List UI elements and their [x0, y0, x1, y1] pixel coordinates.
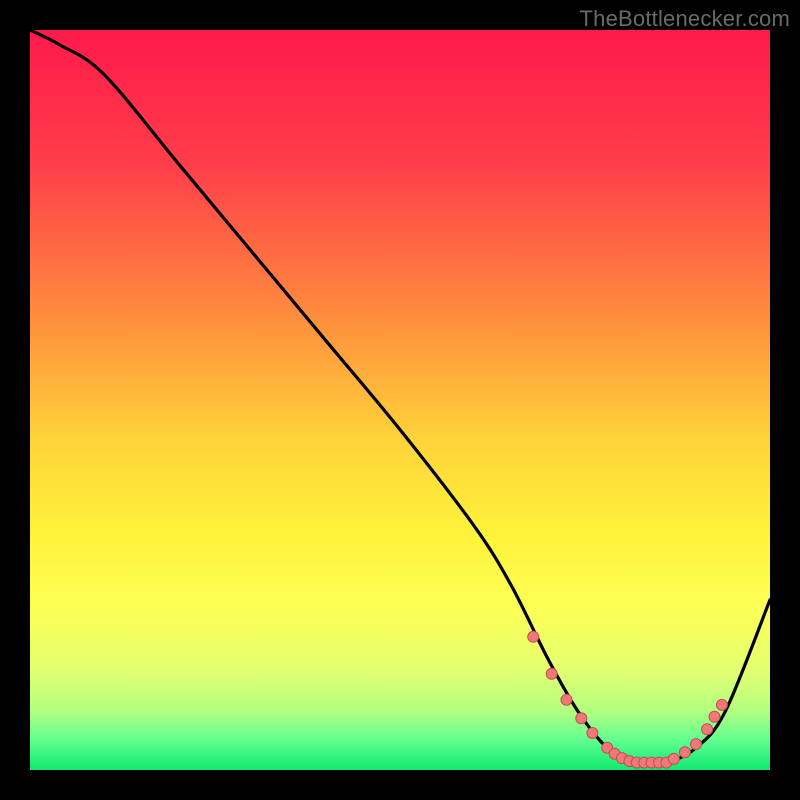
marker-dot — [668, 753, 679, 764]
marker-dot — [576, 713, 587, 724]
bottleneck-curve — [30, 30, 770, 764]
marker-dot — [528, 631, 539, 642]
marker-dot — [702, 724, 713, 735]
chart-frame: TheBottlenecker.com — [0, 0, 800, 800]
marker-dot — [561, 694, 572, 705]
curve-layer — [30, 30, 770, 770]
plot-area — [30, 30, 770, 770]
marker-dot — [679, 747, 690, 758]
marker-dot — [716, 699, 727, 710]
marker-group — [528, 631, 728, 768]
watermark-text: TheBottlenecker.com — [580, 6, 790, 32]
marker-dot — [709, 711, 720, 722]
marker-dot — [546, 668, 557, 679]
marker-dot — [691, 739, 702, 750]
marker-dot — [587, 728, 598, 739]
